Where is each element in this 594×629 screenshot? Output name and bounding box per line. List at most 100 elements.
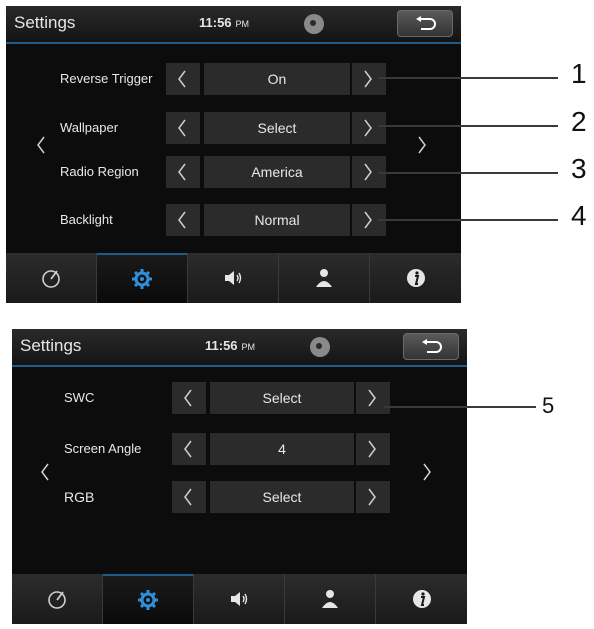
tab-info[interactable] xyxy=(370,253,461,303)
row-label: Radio Region xyxy=(60,164,139,179)
setting-row-reverse-trigger: Reverse Trigger On xyxy=(6,63,461,95)
increase-button[interactable] xyxy=(352,112,386,144)
person-icon xyxy=(316,269,332,287)
callout-number: 3 xyxy=(571,153,587,184)
settings-screen-1: Settings 11:56 PM Reverse Trigger On Wall… xyxy=(6,6,461,303)
setting-row-wallpaper: Wallpaper Select xyxy=(6,112,461,144)
gauge-icon xyxy=(42,270,60,288)
row-label: Backlight xyxy=(60,212,113,227)
row-label: RGB xyxy=(64,489,95,505)
decrease-button[interactable] xyxy=(166,112,200,144)
page-next-button[interactable] xyxy=(417,136,427,159)
chevron-left-icon xyxy=(178,70,186,88)
decrease-button[interactable] xyxy=(166,156,200,188)
clock: 11:56 PM xyxy=(199,15,249,30)
row-label: Reverse Trigger xyxy=(60,71,153,86)
chevron-right-icon xyxy=(418,136,426,154)
callout-number: 5 xyxy=(542,393,555,418)
settings-screen-2: Settings 11:56 PM SWC Select Screen Angle… xyxy=(12,329,467,624)
clock-ampm: PM xyxy=(235,19,250,29)
header-bar: Settings 11:56 PM xyxy=(12,329,467,367)
clock-ampm: PM xyxy=(241,342,256,352)
page-title: Settings xyxy=(20,336,82,355)
back-button[interactable] xyxy=(403,333,459,360)
decrease-button[interactable] xyxy=(172,481,206,513)
callout-line xyxy=(378,77,558,79)
chevron-left-icon xyxy=(184,488,192,506)
increase-button[interactable] xyxy=(352,63,386,95)
callout-line xyxy=(378,219,558,221)
clock-time: 11:56 xyxy=(205,338,238,353)
footer-tab-bar xyxy=(6,253,461,303)
speaker-icon xyxy=(225,271,242,285)
chevron-left-icon xyxy=(37,136,45,154)
row-value: On xyxy=(204,63,350,95)
row-label: SWC xyxy=(64,390,95,405)
page-prev-button[interactable] xyxy=(40,463,50,486)
increase-button[interactable] xyxy=(356,433,390,465)
tab-audio[interactable] xyxy=(194,574,285,624)
callout-line xyxy=(378,125,558,127)
row-value: America xyxy=(204,156,350,188)
chevron-left-icon xyxy=(184,440,192,458)
tab-user[interactable] xyxy=(285,574,376,624)
row-value: Select xyxy=(210,481,354,513)
setting-row-screen-angle: Screen Angle 4 xyxy=(12,433,467,465)
clock-time: 11:56 xyxy=(199,15,232,30)
page-title: Settings xyxy=(14,13,76,32)
chevron-right-icon xyxy=(364,70,372,88)
back-arrow-icon xyxy=(422,339,442,353)
setting-row-rgb: RGB Select xyxy=(12,481,467,513)
decrease-button[interactable] xyxy=(172,382,206,414)
header-bar: Settings 11:56 PM xyxy=(6,6,461,44)
info-icon xyxy=(406,269,425,287)
chevron-left-icon xyxy=(178,211,186,229)
tab-settings[interactable] xyxy=(97,253,188,303)
tab-general[interactable] xyxy=(6,253,97,303)
row-value: Normal xyxy=(204,204,350,236)
tab-user[interactable] xyxy=(279,253,370,303)
setting-row-swc: SWC Select xyxy=(12,382,467,414)
disc-icon[interactable] xyxy=(310,337,330,357)
chevron-left-icon xyxy=(178,163,186,181)
gauge-icon xyxy=(48,591,66,609)
footer-tab-bar xyxy=(12,574,467,624)
chevron-right-icon xyxy=(368,440,376,458)
callout-number: 1 xyxy=(571,58,587,89)
gear-icon xyxy=(132,269,152,289)
chevron-right-icon xyxy=(368,488,376,506)
speaker-icon xyxy=(231,592,248,606)
increase-button[interactable] xyxy=(356,481,390,513)
chevron-right-icon xyxy=(364,163,372,181)
disc-icon[interactable] xyxy=(304,14,324,34)
decrease-button[interactable] xyxy=(172,433,206,465)
row-value: Select xyxy=(204,112,350,144)
increase-button[interactable] xyxy=(356,382,390,414)
info-icon xyxy=(412,590,431,608)
page-prev-button[interactable] xyxy=(36,136,46,159)
chevron-left-icon xyxy=(184,389,192,407)
row-value: 4 xyxy=(210,433,354,465)
tab-settings[interactable] xyxy=(103,574,194,624)
back-arrow-icon xyxy=(416,16,436,30)
chevron-left-icon xyxy=(178,119,186,137)
row-label: Screen Angle xyxy=(64,441,142,456)
clock: 11:56 PM xyxy=(205,338,255,353)
chevron-right-icon xyxy=(364,211,372,229)
back-button[interactable] xyxy=(397,10,453,37)
callout-line xyxy=(378,172,558,174)
tab-info[interactable] xyxy=(376,574,467,624)
chevron-right-icon xyxy=(423,463,431,481)
tab-audio[interactable] xyxy=(188,253,279,303)
page-next-button[interactable] xyxy=(422,463,432,486)
chevron-right-icon xyxy=(368,389,376,407)
decrease-button[interactable] xyxy=(166,63,200,95)
row-value: Select xyxy=(210,382,354,414)
decrease-button[interactable] xyxy=(166,204,200,236)
chevron-right-icon xyxy=(364,119,372,137)
callout-line xyxy=(384,406,536,408)
person-icon xyxy=(322,590,338,608)
tab-general[interactable] xyxy=(12,574,103,624)
callout-number: 4 xyxy=(571,200,587,231)
chevron-left-icon xyxy=(41,463,49,481)
